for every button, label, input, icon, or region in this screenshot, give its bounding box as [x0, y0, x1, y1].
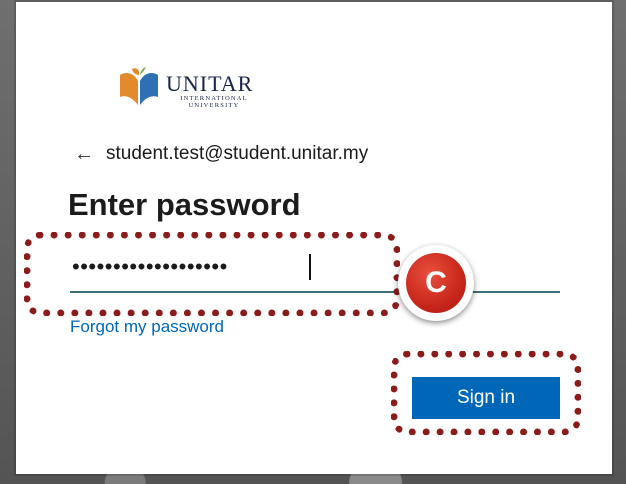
- identity-row: ← student.test@student.unitar.my: [74, 143, 368, 165]
- logo-subline-university: UNIVERSITY: [188, 102, 240, 109]
- account-email: student.test@student.unitar.my: [106, 143, 369, 164]
- step-badge: C: [398, 245, 474, 321]
- sign-in-highlight-outline: [391, 351, 581, 435]
- step-badge-label: C: [406, 253, 466, 313]
- logo-subline-international: INTERNATIONAL: [180, 95, 248, 102]
- left-arrow-icon[interactable]: ←: [74, 144, 94, 164]
- forgot-password-link[interactable]: Forgot my password: [70, 317, 224, 337]
- logo-mark-icon: [120, 67, 158, 105]
- unitar-logo: UNITAR INTERNATIONAL UNIVERSITY: [116, 65, 266, 111]
- page-title: Enter password: [68, 187, 301, 222]
- password-highlight-outline: [24, 232, 400, 316]
- logo-wordmark: UNITAR: [166, 71, 254, 96]
